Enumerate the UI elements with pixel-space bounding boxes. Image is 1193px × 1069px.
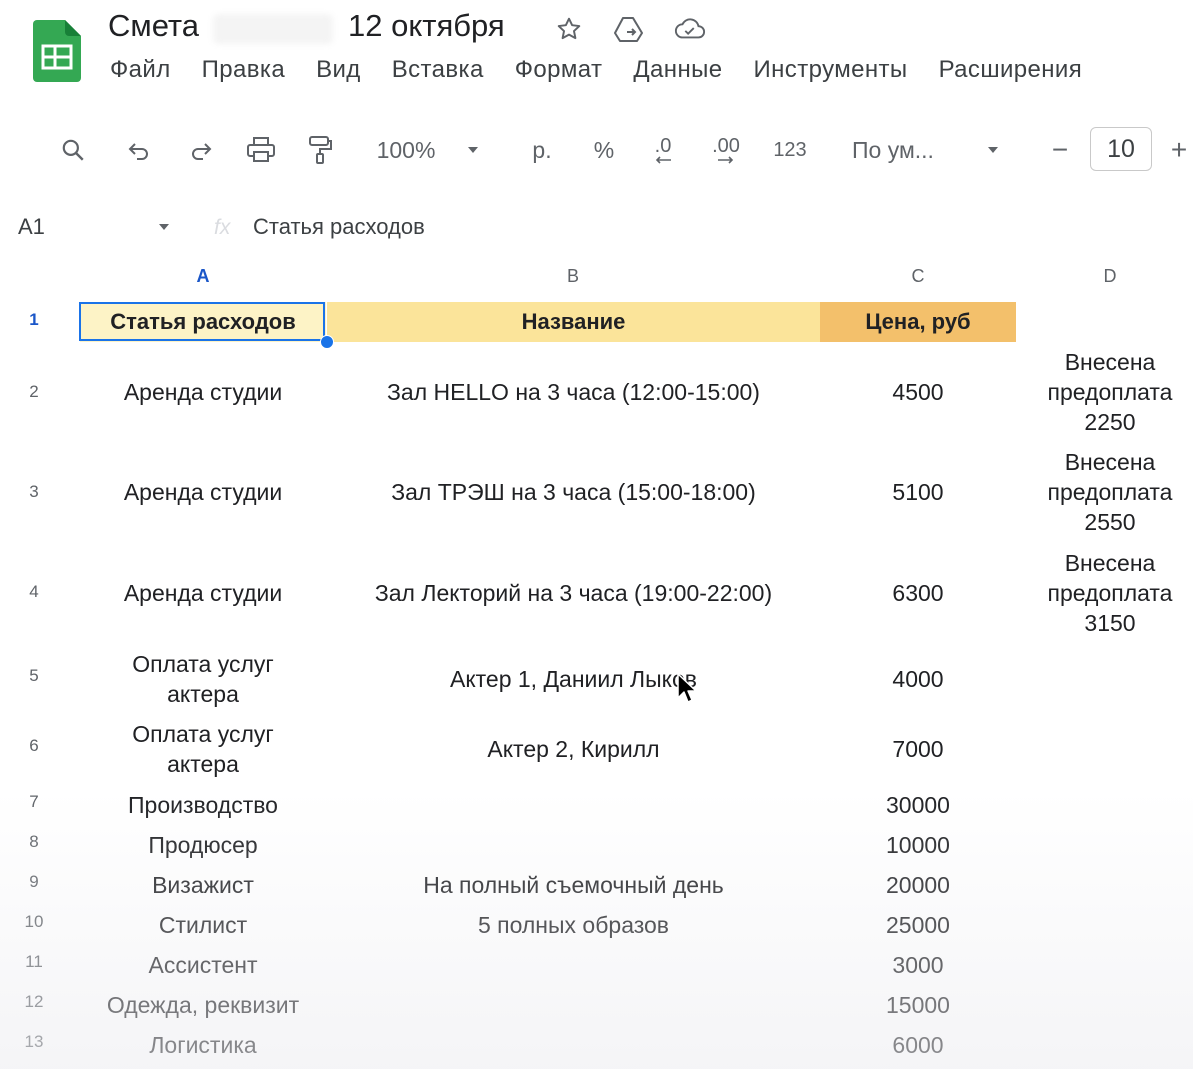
cell-c11[interactable]: 3000 <box>820 948 1016 982</box>
font-size-input[interactable]: 10 <box>1090 127 1152 171</box>
column-header-d[interactable]: D <box>1016 266 1193 287</box>
row-header[interactable]: 2 <box>14 382 54 402</box>
column-header-a[interactable]: A <box>80 266 326 287</box>
name-box[interactable]: A1 <box>18 214 45 240</box>
cell-a4[interactable]: Аренда студии <box>80 545 326 641</box>
zoom-value: 100% <box>376 136 436 163</box>
row-header[interactable]: 13 <box>14 1032 54 1052</box>
cell-b5[interactable]: Актер 1, Даниил Лыков <box>327 648 820 710</box>
column-header-b[interactable]: B <box>327 266 819 287</box>
menu-insert[interactable]: Вставка <box>392 56 484 92</box>
cell-a8[interactable]: Продюсер <box>80 828 326 862</box>
cell-b1[interactable]: Название <box>327 302 820 342</box>
cell-a10[interactable]: Стилист <box>80 908 326 942</box>
cell-a7[interactable]: Производство <box>80 788 326 822</box>
cell-b10[interactable]: 5 полных образов <box>327 908 820 942</box>
row-header[interactable]: 9 <box>14 872 54 892</box>
cloud-saved-icon[interactable] <box>674 13 706 45</box>
menu-bar: Файл Правка Вид Вставка Формат Данные Ин… <box>110 56 1113 92</box>
row-header[interactable]: 10 <box>14 912 54 932</box>
zoom-select[interactable]: 100% <box>366 130 446 170</box>
row-header[interactable]: 12 <box>14 992 54 1012</box>
cell-a3[interactable]: Аренда студии <box>80 444 326 540</box>
formula-input[interactable]: Статья расходов <box>253 214 425 240</box>
font-dropdown-arrow-icon[interactable] <box>982 130 1004 170</box>
google-sheets-logo-icon[interactable] <box>33 20 81 82</box>
menu-view[interactable]: Вид <box>316 56 361 92</box>
mouse-cursor-icon <box>676 672 698 709</box>
row-header[interactable]: 8 <box>14 832 54 852</box>
menu-tools[interactable]: Инструменты <box>754 56 908 92</box>
row-header[interactable]: 4 <box>14 582 54 602</box>
move-to-drive-icon[interactable] <box>613 13 645 45</box>
row-header[interactable]: 6 <box>14 736 54 756</box>
font-family-select[interactable]: По ум... <box>852 130 962 170</box>
left-arrow-icon <box>655 156 671 164</box>
increase-font-size-button[interactable]: + <box>1166 130 1192 170</box>
redo-icon[interactable] <box>184 130 218 170</box>
row-header[interactable]: 11 <box>14 952 54 972</box>
increase-decimal-button[interactable]: .00 <box>704 130 748 170</box>
cell-c4[interactable]: 6300 <box>820 545 1016 641</box>
row-header[interactable]: 3 <box>14 482 54 502</box>
cell-c6[interactable]: 7000 <box>820 718 1016 780</box>
row-header[interactable]: 7 <box>14 792 54 812</box>
cell-c9[interactable]: 20000 <box>820 868 1016 902</box>
menu-data[interactable]: Данные <box>633 56 722 92</box>
cell-c1[interactable]: Цена, руб <box>820 302 1016 342</box>
cell-c10[interactable]: 25000 <box>820 908 1016 942</box>
zoom-dropdown-arrow-icon[interactable] <box>462 130 484 170</box>
menu-format[interactable]: Формат <box>515 56 603 92</box>
cell-b6[interactable]: Актер 2, Кирилл <box>327 718 820 780</box>
cell-b4[interactable]: Зал Лекторий на 3 часа (19:00-22:00) <box>327 545 820 641</box>
cell-b9[interactable]: На полный съемочный день <box>327 868 820 902</box>
menu-edit[interactable]: Правка <box>202 56 285 92</box>
cell-a2[interactable]: Аренда студии <box>80 344 326 440</box>
cell-d2[interactable]: Внесена предоплата 2250 <box>1030 344 1190 440</box>
cell-d4[interactable]: Внесена предоплата 3150 <box>1030 545 1190 641</box>
cell-c7[interactable]: 30000 <box>820 788 1016 822</box>
cell-a6[interactable]: Оплата услуг актера <box>100 718 306 780</box>
currency-format-button[interactable]: р. <box>526 130 558 170</box>
star-icon[interactable] <box>553 13 585 45</box>
document-title[interactable]: Смета <box>108 8 199 44</box>
cell-c8[interactable]: 10000 <box>820 828 1016 862</box>
fx-icon: fx <box>214 216 231 239</box>
row-header[interactable]: 5 <box>14 666 54 686</box>
percent-format-button[interactable]: % <box>588 130 620 170</box>
cell-a11[interactable]: Ассистент <box>80 948 326 982</box>
cell-b2[interactable]: Зал HELLO на 3 часа (12:00-15:00) <box>327 344 820 440</box>
menu-extensions[interactable]: Расширения <box>939 56 1083 92</box>
cell-b3[interactable]: Зал ТРЭШ на 3 часа (15:00-18:00) <box>327 444 820 540</box>
cell-c2[interactable]: 4500 <box>820 344 1016 440</box>
cell-c3[interactable]: 5100 <box>820 444 1016 540</box>
document-title-date[interactable]: 12 октября <box>348 8 505 44</box>
cell-a13[interactable]: Логистика <box>80 1028 326 1062</box>
decrease-font-size-button[interactable]: − <box>1046 130 1074 170</box>
blurred-title-region <box>213 14 333 44</box>
undo-icon[interactable] <box>122 130 156 170</box>
font-family-value: По ум... <box>852 136 934 163</box>
name-box-dropdown-icon[interactable] <box>158 218 170 236</box>
paint-format-icon[interactable] <box>303 130 337 170</box>
search-icon[interactable] <box>56 130 90 170</box>
more-formats-button[interactable]: 123 <box>770 130 810 170</box>
menu-file[interactable]: Файл <box>110 56 171 92</box>
cell-a12[interactable]: Одежда, реквизит <box>80 988 326 1022</box>
right-arrow-icon <box>718 156 734 164</box>
decrease-decimal-button[interactable]: .0 <box>644 130 682 170</box>
cell-c13[interactable]: 6000 <box>820 1028 1016 1062</box>
cell-d3[interactable]: Внесена предоплата 2550 <box>1030 444 1190 540</box>
print-icon[interactable] <box>243 130 279 170</box>
row-header[interactable]: 1 <box>14 310 54 330</box>
selection-border <box>79 302 325 341</box>
cell-c12[interactable]: 15000 <box>820 988 1016 1022</box>
column-header-c[interactable]: C <box>820 266 1016 287</box>
cell-c5[interactable]: 4000 <box>820 648 1016 710</box>
cell-a9[interactable]: Визажист <box>80 868 326 902</box>
cell-a5[interactable]: Оплата услуг актера <box>100 648 306 710</box>
